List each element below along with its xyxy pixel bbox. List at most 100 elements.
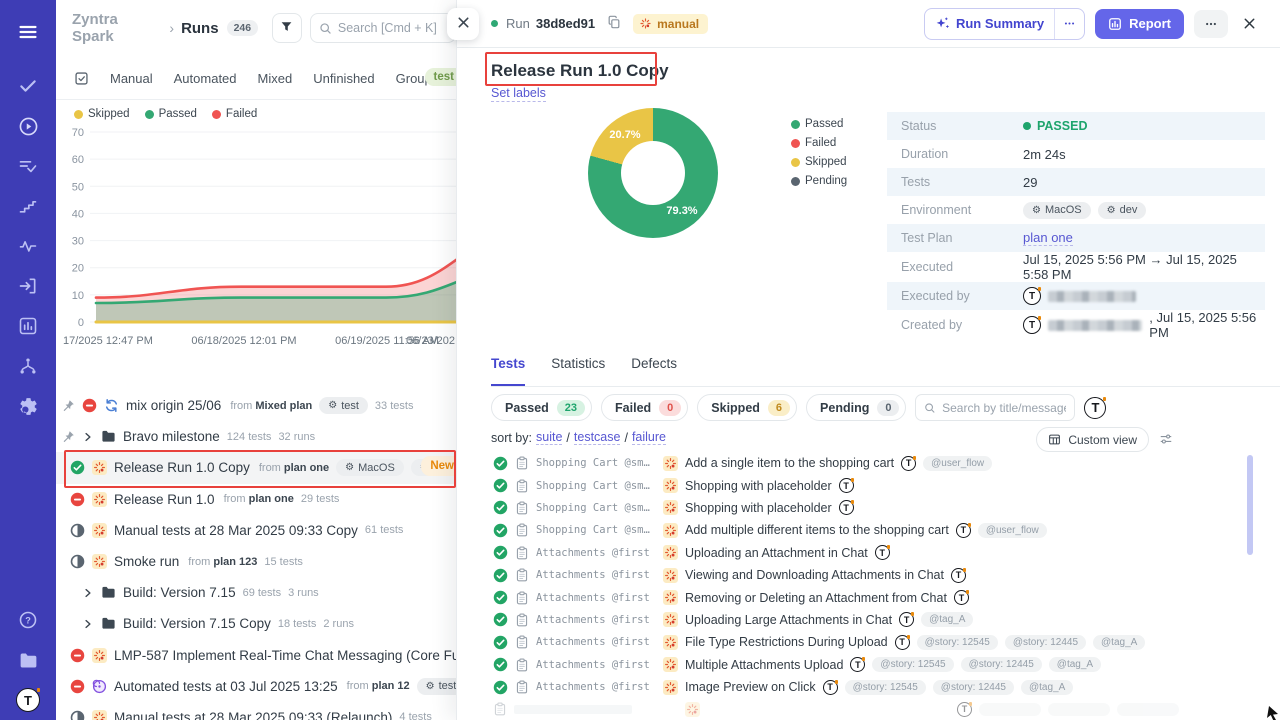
test-row[interactable]: Shopping Cart @sm...Shopping with placeh… [457,474,1280,496]
filter-skipped-button[interactable]: Skipped6 [697,394,797,421]
test-title[interactable]: Shopping with placeholder [685,479,832,493]
plan-name[interactable]: plan 123 [213,556,257,568]
test-row[interactable]: Shopping Cart @sm...Add multiple differe… [457,519,1280,541]
test-title[interactable]: Add a single item to the shopping cart [685,456,894,470]
runs-icon[interactable] [0,106,56,146]
run-row[interactable]: Release Run 1.0 Copyfrom plan one⚙MacOS⚙… [56,452,456,483]
test-row[interactable]: Attachments @firstRemoving or Deleting a… [457,586,1280,608]
test-title[interactable]: Image Preview on Click [685,680,816,694]
projects-folder-icon[interactable] [0,640,56,680]
donut-legend-item-pending[interactable]: Pending [791,175,847,187]
settings-gear-icon[interactable] [0,386,56,426]
tab-statistics[interactable]: Statistics [551,356,605,386]
test-plans-icon[interactable] [0,146,56,186]
run-row[interactable]: Automated tests at 03 Jul 2025 13:25from… [56,671,456,702]
run-summary-button[interactable]: Run Summary [925,9,1054,39]
legend-dot [791,120,800,129]
run-row[interactable]: Bravo milestone124 tests32 runs [56,421,456,452]
legend-item-passed[interactable]: Passed [145,108,197,120]
tab-tests[interactable]: Tests [491,356,525,386]
menu-icon[interactable] [0,12,56,52]
help-icon[interactable]: ? [0,600,56,640]
import-icon[interactable] [0,266,56,306]
test-suite: Attachments @first [536,614,656,626]
close-run-details-button[interactable] [1238,12,1261,35]
test-row[interactable]: T [457,698,1280,720]
run-row[interactable]: LMP-587 Implement Real-Time Chat Messagi… [56,640,456,671]
test-row[interactable]: Attachments @firstFile Type Restrictions… [457,631,1280,653]
test-title[interactable]: Uploading an Attachment in Chat [685,546,868,560]
assignee-filter-avatar[interactable]: T [1084,397,1106,419]
test-row[interactable]: Attachments @first Uploading Large Attach… [457,609,1280,631]
runs-tab-unfinished[interactable]: Unfinished [313,71,374,86]
more-actions-button[interactable] [1194,10,1228,38]
test-cases-icon[interactable] [0,66,56,106]
test-plan-link[interactable]: plan one [1023,230,1073,246]
filter-label: Failed [615,401,651,415]
test-title[interactable]: Add multiple different items to the shop… [685,523,949,537]
milestones-icon[interactable] [0,186,56,226]
test-title[interactable]: Uploading Large Attachments in Chat [685,613,892,627]
run-row[interactable]: mix origin 25/06from Mixed plan⚙test33 t… [56,390,456,421]
test-row[interactable]: Shopping Cart @sm...Shopping with placeh… [457,497,1280,519]
test-row[interactable]: Attachments @firstImage Preview on Click… [457,676,1280,698]
filter-pending-button[interactable]: Pending0 [806,394,906,421]
test-title[interactable]: Removing or Deleting an Attachment from … [685,591,947,605]
user-avatar[interactable]: T [0,680,56,720]
breadcrumb-project[interactable]: Zyntra Spark [72,11,162,45]
plan-name[interactable]: plan one [249,493,294,505]
legend-item-failed[interactable]: Failed [212,108,257,120]
clipboard-icon [515,568,529,582]
test-row[interactable]: Shopping Cart @sm...Add a single item to… [457,452,1280,474]
test-row[interactable]: Attachments @firstViewing and Downloadin… [457,564,1280,586]
run-row[interactable]: Release Run 1.0from plan one29 tests [56,484,456,515]
run-row[interactable]: Build: Version 7.15 Copy18 tests2 runs [56,608,456,639]
report-button[interactable]: Report [1095,9,1184,39]
run-row[interactable]: Smoke runfrom plan 12315 tests [56,546,456,577]
minus-circle-icon [70,492,85,507]
test-row[interactable]: Attachments @firstUploading an Attachmen… [457,542,1280,564]
branches-icon[interactable] [0,346,56,386]
bulk-select-icon[interactable] [74,71,89,86]
filter-passed-button[interactable]: Passed23 [491,394,592,421]
user-avatar: T [1023,287,1041,305]
svg-text:30: 30 [72,236,84,248]
tests-search-input[interactable]: Search by title/message [915,394,1075,421]
test-title[interactable]: File Type Restrictions During Upload [685,635,888,649]
sort-by-suite[interactable]: suite [536,430,562,445]
runs-tab-mixed[interactable]: Mixed [258,71,293,86]
runs-tab-automated[interactable]: Automated [174,71,237,86]
legend-item-skipped[interactable]: Skipped [74,108,130,120]
set-labels-link[interactable]: Set labels [491,86,546,102]
run-row[interactable]: Manual tests at 28 Mar 2025 09:33 (Relau… [56,702,456,720]
filter-button[interactable] [272,13,302,43]
sort-by-failure[interactable]: failure [632,430,666,445]
tab-defects[interactable]: Defects [631,356,677,386]
test-row[interactable]: Attachments @firstMultiple Attachments U… [457,654,1280,676]
filter-label: Skipped [711,401,760,415]
custom-view-button[interactable]: Custom view [1036,427,1149,452]
plan-name[interactable]: Mixed plan [255,400,312,412]
activity-icon[interactable] [0,226,56,266]
runs-tab-manual[interactable]: Manual [110,71,153,86]
plan-name[interactable]: plan 12 [372,680,410,692]
plan-name[interactable]: plan one [284,462,329,474]
filter-failed-button[interactable]: Failed0 [601,394,688,421]
search-placeholder: Search by title/message [942,401,1066,415]
panel-close-floating-button[interactable] [447,8,479,40]
donut-legend-item-passed[interactable]: Passed [791,118,847,130]
test-title[interactable]: Viewing and Downloading Attachments in C… [685,568,944,582]
donut-legend-item-skipped[interactable]: Skipped [791,156,847,168]
test-title[interactable]: Shopping with placeholder [685,501,832,515]
run-row[interactable]: Build: Version 7.1569 tests3 runs [56,577,456,608]
run-row[interactable]: Manual tests at 28 Mar 2025 09:33 Copy61… [56,515,456,546]
copy-run-id-button[interactable] [605,13,623,34]
view-settings-sliders-icon[interactable] [1157,430,1175,448]
scrollbar-thumb[interactable] [1247,455,1253,555]
donut-legend-item-failed[interactable]: Failed [791,137,847,149]
sort-by-testcase[interactable]: testcase [574,430,621,445]
run-summary-more-button[interactable] [1054,9,1084,39]
reports-icon[interactable] [0,306,56,346]
test-title[interactable]: Multiple Attachments Upload [685,658,843,672]
runs-search-input[interactable]: Search [Cmd + K] [310,13,456,43]
